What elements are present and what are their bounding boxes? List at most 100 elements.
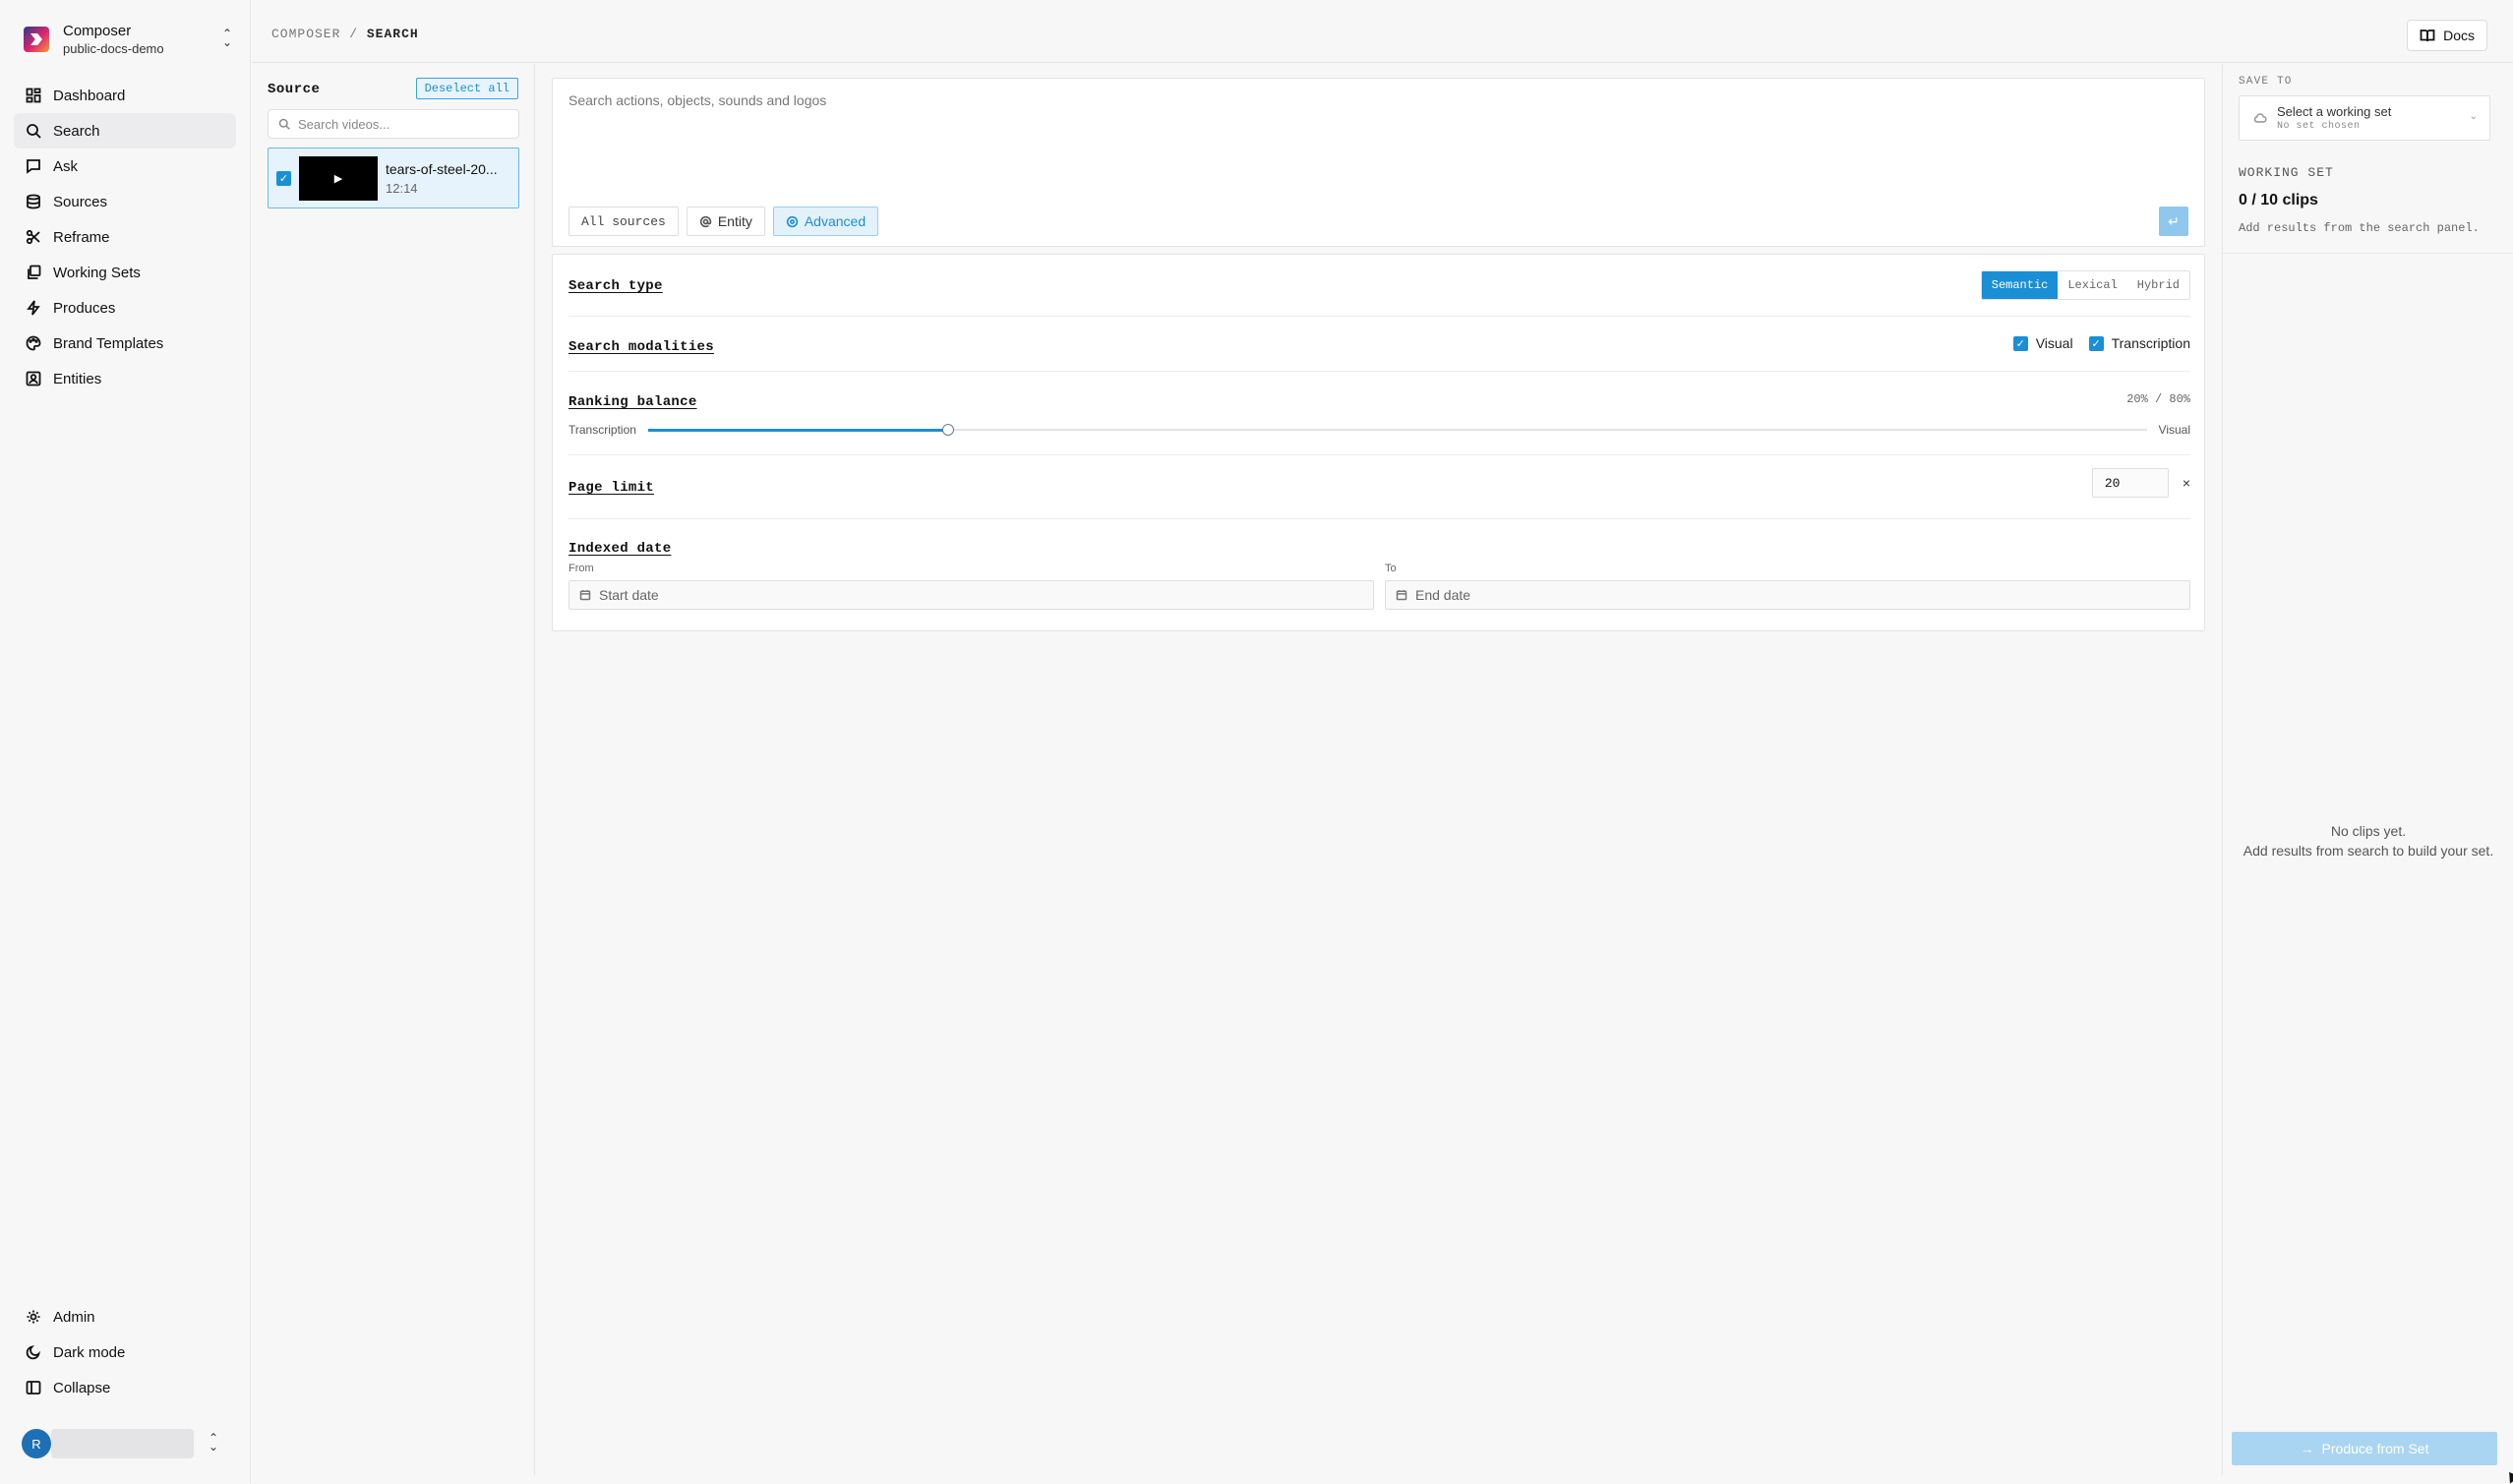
nav-label: Dashboard (53, 87, 126, 104)
divider (568, 316, 2190, 317)
dashboard-icon (26, 88, 41, 103)
ranking-row: Ranking balance 20% / 80% Transcription … (568, 392, 2190, 437)
nav-item-sources[interactable]: Sources (14, 184, 236, 219)
divider (2223, 253, 2513, 254)
video-checkbox[interactable]: ✓ (276, 170, 291, 186)
gear-icon (26, 1309, 41, 1325)
search-type-semantic[interactable]: Semantic (1981, 271, 2059, 299)
start-date-input[interactable]: Start date (568, 580, 1374, 610)
video-search (268, 109, 519, 139)
org-switcher[interactable]: Composer public-docs-demo ⌃ ⌄ (24, 20, 235, 59)
breadcrumb-current: SEARCH (366, 27, 419, 41)
nav-label: Admin (53, 1308, 95, 1326)
search-type-toggle: Semantic Lexical Hybrid (1980, 270, 2190, 300)
ranking-slider[interactable] (647, 424, 2147, 436)
enter-icon: ↵ (2168, 212, 2180, 229)
modality-label: Visual (2035, 335, 2073, 351)
nav-label: Ask (53, 157, 79, 175)
ranking-slider-row: Transcription Visual (568, 420, 2190, 440)
nav-item-brand-templates[interactable]: Brand Templates (14, 326, 236, 361)
divider (568, 371, 2190, 372)
composer-logo-icon (24, 27, 49, 52)
working-set-hint: Add results from the search panel. (2239, 221, 2480, 235)
nav-item-search[interactable]: Search (14, 113, 236, 148)
end-date-placeholder: End date (1415, 587, 1471, 603)
nav-item-collapse[interactable]: Collapse (14, 1370, 236, 1405)
end-date-input[interactable]: End date (1385, 580, 2190, 610)
at-icon (699, 215, 712, 227)
chip-label: Entity (717, 213, 752, 229)
start-date-placeholder: Start date (599, 587, 659, 603)
video-item[interactable]: ✓ ▶ tears-of-steel-20... 12:14 (268, 148, 519, 208)
advanced-chip[interactable]: Advanced (772, 207, 879, 236)
slider-handle[interactable] (941, 424, 954, 436)
slider-fill (647, 429, 948, 432)
nav-item-ask[interactable]: Ask (14, 148, 236, 184)
empty-state: No clips yet. Add results from search to… (2223, 821, 2513, 861)
calendar-icon (579, 590, 591, 601)
user-menu[interactable]: R ⌃ ⌄ (22, 1426, 233, 1461)
divider (568, 518, 2190, 519)
nav-item-working-sets[interactable]: Working Sets (14, 255, 236, 290)
database-icon (26, 194, 41, 209)
query-box: All sources Entity Advanced ↵ (552, 78, 2205, 247)
top-bar: COMPOSER / SEARCH Docs (252, 0, 2513, 63)
nav-label: Brand Templates (53, 334, 164, 352)
divider (568, 454, 2190, 455)
org-name: Composer (63, 22, 132, 39)
nav-item-reframe[interactable]: Reframe (14, 219, 236, 255)
transcription-checkbox[interactable]: ✓ (2088, 335, 2104, 351)
nav-item-entities[interactable]: Entities (14, 361, 236, 396)
deselect-all-button[interactable]: Deselect all (415, 78, 518, 99)
page-limit-input[interactable] (2091, 468, 2169, 498)
breadcrumb-root[interactable]: COMPOSER (271, 27, 340, 41)
contact-icon (26, 371, 41, 386)
calendar-icon (1396, 590, 1407, 601)
nav-item-admin[interactable]: Admin (14, 1299, 236, 1335)
video-search-input[interactable] (298, 116, 505, 132)
search-type-lexical[interactable]: Lexical (2058, 271, 2127, 299)
chevron-updown-icon[interactable]: ⌃ ⌄ (206, 1432, 221, 1454)
nav-label: Sources (53, 193, 108, 210)
video-thumbnail[interactable]: ▶ (299, 155, 378, 201)
workspace-name: public-docs-demo (63, 40, 164, 56)
slider-left-label: Transcription (568, 423, 636, 437)
nav-label: Collapse (53, 1379, 111, 1396)
nav-label: Entities (53, 370, 102, 387)
indexed-date-row: Indexed date From Start date To End date (568, 539, 2190, 610)
avatar[interactable]: R (22, 1429, 51, 1458)
chat-icon (26, 158, 41, 174)
modality-transcription[interactable]: ✓ Transcription (2088, 335, 2190, 351)
ranking-ratio: 20% / 80% (2126, 392, 2190, 406)
nav-item-dashboard[interactable]: Dashboard (14, 78, 236, 113)
chevron-updown-icon[interactable]: ⌃ ⌄ (219, 28, 235, 49)
modalities-label: Search modalities (568, 339, 714, 355)
modalities-row: Search modalities ✓ Visual ✓ Transcription (568, 335, 2190, 355)
working-set-select[interactable]: Select a working set No set chosen ⌄ (2239, 95, 2490, 141)
nav-item-produces[interactable]: Produces (14, 290, 236, 326)
user-name-placeholder (51, 1429, 194, 1458)
produce-from-set-button[interactable]: → Produce from Set (2232, 1432, 2497, 1465)
visual-checkbox[interactable]: ✓ (2012, 335, 2028, 351)
clear-page-limit-icon[interactable]: × (2183, 475, 2190, 491)
submit-search-button[interactable]: ↵ (2159, 207, 2188, 236)
modality-visual[interactable]: ✓ Visual (2012, 335, 2073, 351)
scissors-icon (26, 229, 41, 245)
query-input[interactable] (568, 92, 2182, 171)
docs-button[interactable]: Docs (2407, 20, 2487, 51)
search-icon (278, 118, 290, 130)
search-main: All sources Entity Advanced ↵ Search typ… (536, 64, 2222, 1475)
sidebar: Composer public-docs-demo ⌃ ⌄ Dashboard S… (0, 0, 251, 1483)
modality-label: Transcription (2111, 335, 2190, 351)
all-sources-chip[interactable]: All sources (568, 207, 679, 236)
empty-line-1: No clips yet. (2330, 823, 2407, 839)
nav-item-dark-mode[interactable]: Dark mode (14, 1335, 236, 1370)
search-type-hybrid[interactable]: Hybrid (2126, 271, 2189, 299)
sidebar-collapse-icon (26, 1380, 41, 1395)
from-label: From (568, 563, 594, 574)
entity-chip[interactable]: Entity (686, 207, 765, 236)
nav-label: Working Sets (53, 264, 141, 281)
chip-label: Advanced (804, 213, 867, 229)
layers-icon (26, 265, 41, 280)
main-nav: Dashboard Search Ask Sources Reframe Wor… (14, 78, 236, 396)
